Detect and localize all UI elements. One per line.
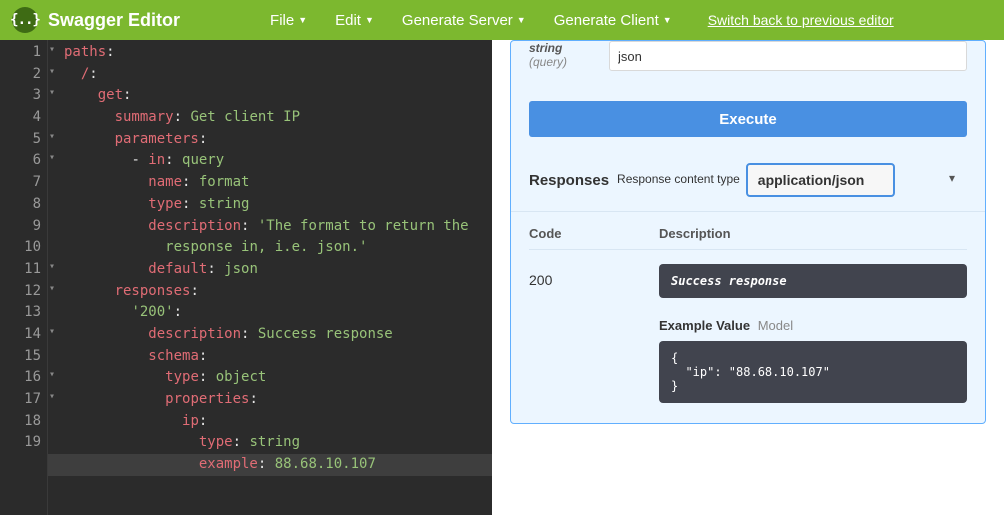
col-header-code: Code <box>529 226 659 241</box>
response-description: Success response <box>659 264 967 298</box>
responses-table: Code Description 200 Success response Ex… <box>511 212 985 403</box>
menu-bar: File ▼ Edit ▼ Generate Server ▼ Generate Cl… <box>270 12 894 29</box>
menu-generate-server[interactable]: Generate Server ▼ <box>402 12 526 29</box>
docs-panel: string (query) Execute Responses Respons… <box>492 40 1004 515</box>
tab-example-value[interactable]: Example Value <box>659 318 750 333</box>
operation-panel: string (query) Execute Responses Respons… <box>510 40 986 424</box>
execute-button[interactable]: Execute <box>529 101 967 137</box>
responses-header-bar: Responses Response content type applicat… <box>511 155 985 212</box>
example-tabs: Example Value Model <box>659 318 967 333</box>
response-code: 200 <box>529 264 659 288</box>
menu-generate-client-label: Generate Client <box>554 12 659 29</box>
caret-down-icon: ▼ <box>365 15 374 25</box>
menu-file-label: File <box>270 12 294 29</box>
col-header-description: Description <box>659 226 967 241</box>
param-location: (query) <box>529 55 609 69</box>
line-number-gutter: 12345678910111213141516171819 <box>0 40 48 515</box>
code-editor[interactable]: 12345678910111213141516171819 paths: /: … <box>0 40 492 515</box>
param-type: string <box>529 41 609 55</box>
switch-back-link[interactable]: Switch back to previous editor <box>708 12 894 28</box>
code-column[interactable]: paths: /: get: summary: Get client IP pa… <box>48 40 492 515</box>
caret-down-icon: ▼ <box>517 15 526 25</box>
menu-edit[interactable]: Edit ▼ <box>335 12 374 29</box>
brand-title: Swagger Editor <box>48 10 180 31</box>
caret-down-icon: ▼ <box>663 15 672 25</box>
menu-edit-label: Edit <box>335 12 361 29</box>
content-type-label: Response content type <box>617 173 740 186</box>
menu-generate-client[interactable]: Generate Client ▼ <box>554 12 672 29</box>
menu-file[interactable]: File ▼ <box>270 12 307 29</box>
parameter-row: string (query) <box>511 41 985 93</box>
tab-model[interactable]: Model <box>758 318 793 333</box>
example-json[interactable]: { "ip": "88.68.10.107" } <box>659 341 967 403</box>
param-input-format[interactable] <box>609 41 967 71</box>
top-navbar: {..} Swagger Editor File ▼ Edit ▼ Generate… <box>0 0 1004 40</box>
menu-generate-server-label: Generate Server <box>402 12 513 29</box>
responses-label: Responses <box>529 172 609 189</box>
content-type-select[interactable]: application/json <box>746 163 895 197</box>
table-row: 200 Success response Example Value Model… <box>529 264 967 403</box>
swagger-logo-icon: {..} <box>12 7 38 33</box>
caret-down-icon: ▼ <box>298 15 307 25</box>
